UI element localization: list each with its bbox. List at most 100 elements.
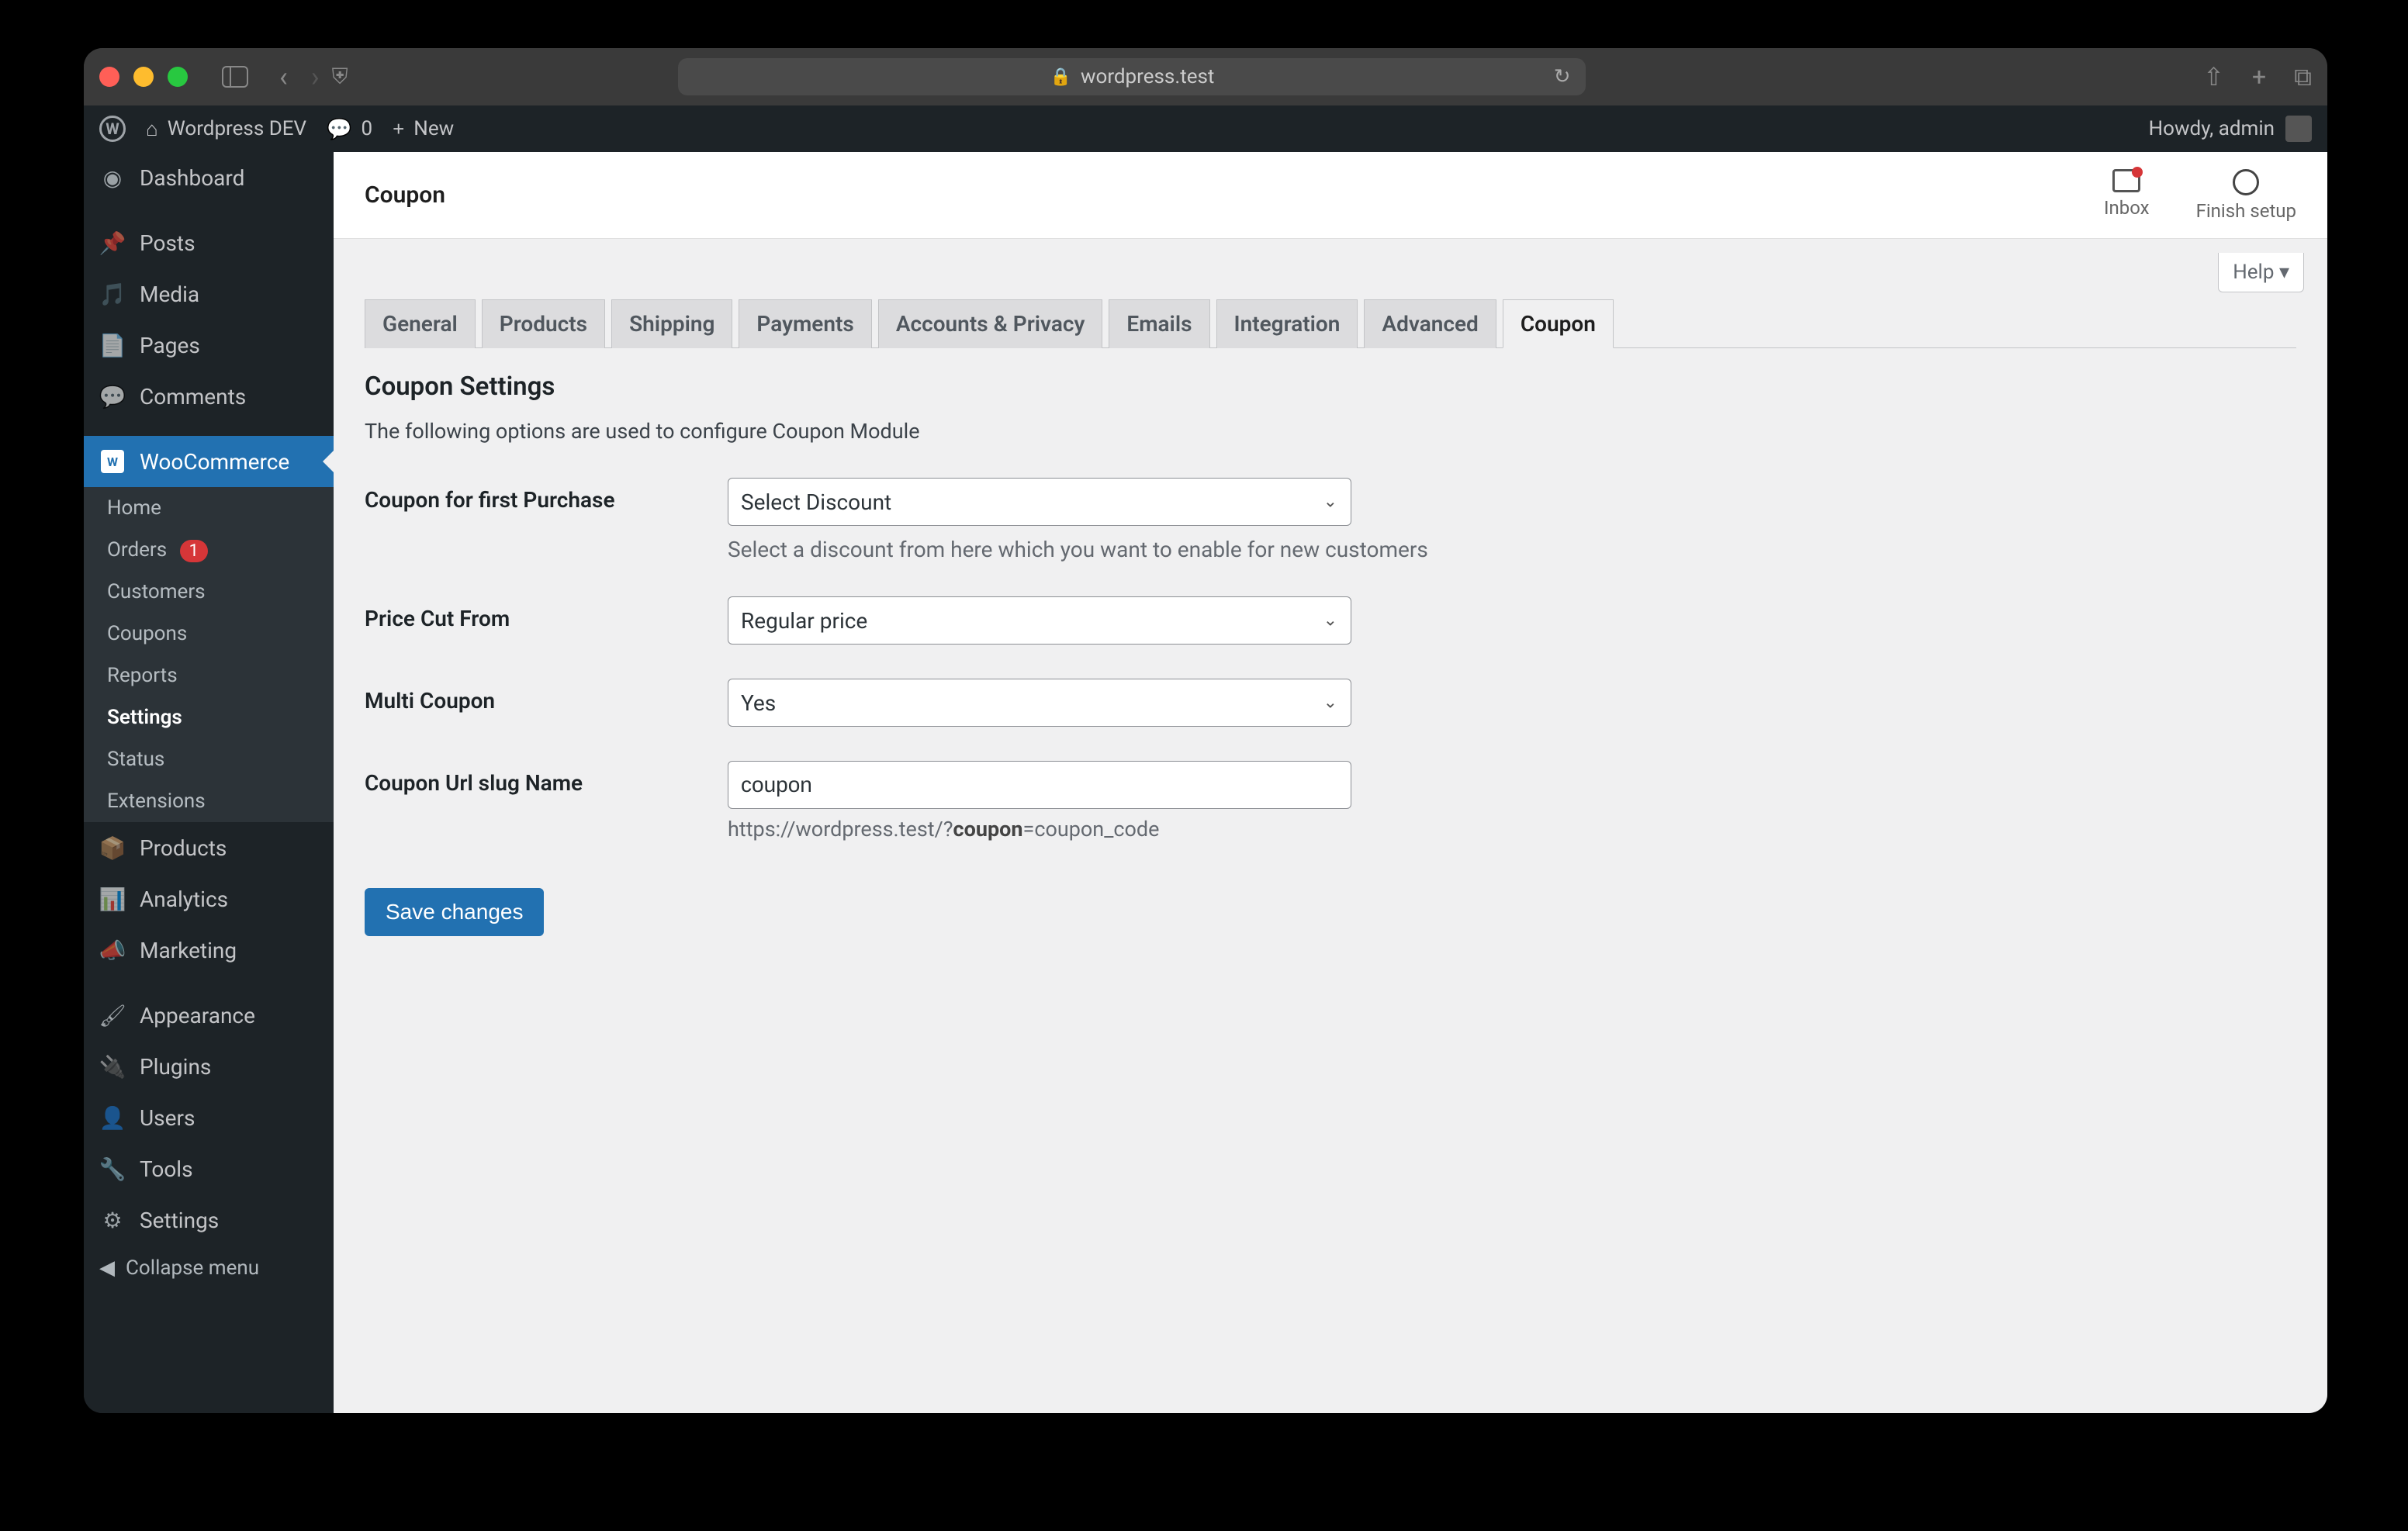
settings-tabs: General Products Shipping Payments Accou… <box>365 299 2296 348</box>
sidebar-item-media[interactable]: 🎵 Media <box>84 268 334 320</box>
tab-advanced[interactable]: Advanced <box>1364 299 1496 348</box>
finish-setup-button[interactable]: Finish setup <box>2196 169 2296 222</box>
url-preview: https://wordpress.test/?coupon=coupon_co… <box>728 817 2296 842</box>
wp-logo-menu[interactable]: W <box>99 116 126 142</box>
avatar <box>2285 116 2312 142</box>
new-content-link[interactable]: + New <box>393 117 454 141</box>
sidebar-item-label: Appearance <box>140 1003 255 1028</box>
tab-products[interactable]: Products <box>482 299 605 348</box>
tabs-icon[interactable]: ⧉ <box>2294 62 2312 92</box>
url-slug-bold: coupon <box>953 817 1023 842</box>
analytics-icon: 📊 <box>99 886 126 912</box>
sidebar-item-label: Comments <box>140 384 246 410</box>
help-label: Help <box>2233 261 2274 284</box>
minimize-window-button[interactable] <box>133 67 154 87</box>
new-tab-icon[interactable]: + <box>2252 62 2266 92</box>
sidebar-item-appearance[interactable]: 🖌 Appearance <box>84 990 334 1041</box>
section-description: The following options are used to config… <box>365 419 2296 444</box>
site-name-link[interactable]: ⌂ Wordpress DEV <box>146 117 306 141</box>
comments-icon: 💬 <box>99 383 126 410</box>
home-icon: ⌂ <box>146 117 158 141</box>
input-url-slug[interactable] <box>728 761 1351 809</box>
sidebar-item-dashboard[interactable]: ◉ Dashboard <box>84 152 334 203</box>
pages-icon: 📄 <box>99 332 126 358</box>
inbox-label: Inbox <box>2104 197 2150 219</box>
chevron-down-icon: ▾ <box>2279 261 2289 284</box>
sidebar-item-comments[interactable]: 💬 Comments <box>84 371 334 422</box>
submenu-item-coupons[interactable]: Coupons <box>84 613 334 655</box>
sidebar-item-settings[interactable]: ⚙ Settings <box>84 1194 334 1246</box>
submenu-item-label: Orders <box>107 538 167 562</box>
submenu-item-extensions[interactable]: Extensions <box>84 780 334 822</box>
inbox-button[interactable]: Inbox <box>2104 169 2150 222</box>
woocommerce-submenu: Home Orders 1 Customers Coupons Reports … <box>84 487 334 822</box>
collapse-label: Collapse menu <box>126 1256 259 1280</box>
appearance-icon: 🖌 <box>99 1002 126 1028</box>
traffic-lights <box>99 67 188 87</box>
comments-link[interactable]: 💬 0 <box>327 117 372 141</box>
sidebar-item-analytics[interactable]: 📊 Analytics <box>84 873 334 924</box>
maximize-window-button[interactable] <box>168 67 188 87</box>
sidebar-item-label: Settings <box>140 1208 219 1233</box>
section-title: Coupon Settings <box>365 372 2296 402</box>
url-text: wordpress.test <box>1081 65 1214 88</box>
sidebar-item-label: Users <box>140 1105 195 1131</box>
finish-setup-label: Finish setup <box>2196 200 2296 222</box>
label-price-cut: Price Cut From <box>365 596 728 631</box>
url-prefix: https://wordpress.test/? <box>728 817 953 842</box>
sidebar-item-tools[interactable]: 🔧 Tools <box>84 1143 334 1194</box>
help-tab[interactable]: Help ▾ <box>2218 253 2304 292</box>
tab-emails[interactable]: Emails <box>1109 299 1209 348</box>
sidebar-item-pages[interactable]: 📄 Pages <box>84 320 334 371</box>
products-icon: 📦 <box>99 835 126 861</box>
page-heading-bar: Coupon Inbox Finish setup <box>334 152 2327 239</box>
tab-general[interactable]: General <box>365 299 476 348</box>
row-price-cut: Price Cut From Regular price ⌄ <box>365 596 2296 645</box>
url-suffix: =coupon_code <box>1023 817 1160 842</box>
submenu-item-customers[interactable]: Customers <box>84 571 334 613</box>
submenu-item-status[interactable]: Status <box>84 738 334 780</box>
select-first-purchase[interactable]: Select Discount <box>728 478 1351 526</box>
refresh-icon[interactable]: ↻ <box>1554 65 1571 88</box>
tab-integration[interactable]: Integration <box>1216 299 1358 348</box>
sidebar-item-label: Marketing <box>140 938 237 963</box>
tab-payments[interactable]: Payments <box>739 299 871 348</box>
submenu-item-reports[interactable]: Reports <box>84 655 334 696</box>
admin-sidebar: ◉ Dashboard 📌 Posts 🎵 Media 📄 Pages 💬 Co… <box>84 152 334 1413</box>
address-bar[interactable]: 🔒 wordpress.test ↻ <box>678 58 1586 95</box>
sidebar-toggle-icon[interactable] <box>222 66 248 88</box>
tools-icon: 🔧 <box>99 1156 126 1182</box>
tab-shipping[interactable]: Shipping <box>611 299 732 348</box>
label-first-purchase: Coupon for first Purchase <box>365 478 728 513</box>
plugins-icon: 🔌 <box>99 1053 126 1080</box>
back-button[interactable]: ‹ <box>279 63 288 91</box>
privacy-shield-icon[interactable]: ⛨ <box>332 64 348 90</box>
forward-button[interactable]: › <box>311 63 320 91</box>
row-first-purchase: Coupon for first Purchase Select Discoun… <box>365 478 2296 562</box>
sidebar-item-woocommerce[interactable]: W WooCommerce <box>84 436 334 487</box>
select-multi-coupon[interactable]: Yes <box>728 679 1351 727</box>
sidebar-item-label: Products <box>140 835 227 861</box>
submenu-item-home[interactable]: Home <box>84 487 334 529</box>
desc-first-purchase: Select a discount from here which you wa… <box>728 537 2296 562</box>
select-price-cut[interactable]: Regular price <box>728 596 1351 645</box>
howdy-text: Howdy, admin <box>2149 117 2275 140</box>
sidebar-item-label: Media <box>140 282 199 307</box>
sidebar-item-products[interactable]: 📦 Products <box>84 822 334 873</box>
sidebar-item-marketing[interactable]: 📣 Marketing <box>84 924 334 976</box>
tab-accounts-privacy[interactable]: Accounts & Privacy <box>878 299 1103 348</box>
submenu-item-settings[interactable]: Settings <box>84 696 334 738</box>
user-menu[interactable]: Howdy, admin <box>2149 116 2312 142</box>
close-window-button[interactable] <box>99 67 119 87</box>
tab-coupon[interactable]: Coupon <box>1503 299 1614 348</box>
submenu-item-orders[interactable]: Orders 1 <box>84 529 334 571</box>
save-changes-button[interactable]: Save changes <box>365 888 544 936</box>
sidebar-item-posts[interactable]: 📌 Posts <box>84 217 334 268</box>
share-icon[interactable]: ⇧ <box>2203 62 2224 92</box>
content-area: Coupon Inbox Finish setup Help ▾ <box>334 152 2327 1413</box>
collapse-menu-button[interactable]: ◀ Collapse menu <box>84 1246 334 1291</box>
sidebar-item-label: Posts <box>140 230 195 256</box>
sidebar-item-plugins[interactable]: 🔌 Plugins <box>84 1041 334 1092</box>
sidebar-item-users[interactable]: 👤 Users <box>84 1092 334 1143</box>
comments-count: 0 <box>361 117 372 140</box>
